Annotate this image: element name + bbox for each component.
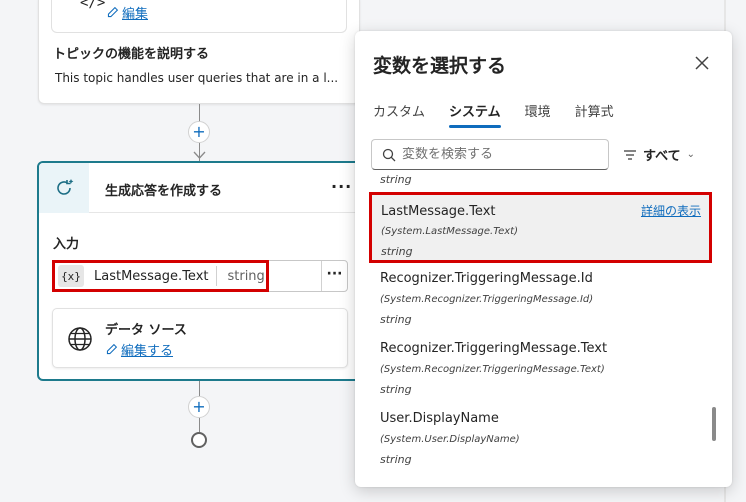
list-item-system-path: (System.User.DisplayName)	[380, 434, 520, 445]
tab-formula[interactable]: 計算式	[575, 99, 614, 128]
data-source-card: データ ソース 編集する	[52, 308, 348, 368]
list-item-type: string	[380, 383, 412, 396]
list-item-system-path: (System.LastMessage.Text)	[381, 226, 518, 237]
description-text: This topic handles user queries that are…	[55, 71, 339, 85]
list-item-name: Recognizer.TriggeringMessage.Text	[380, 341, 608, 356]
add-node-button-2[interactable]: +	[188, 396, 210, 418]
pencil-icon	[107, 6, 119, 18]
node-header: 生成応答を作成する ···	[39, 163, 359, 213]
trigger-node-card: </> 編集 トピックの機能を説明する This topic handles u…	[38, 0, 360, 104]
filter-icon	[624, 149, 636, 160]
panel-title: 変数を選択する	[373, 55, 507, 77]
list-item-type: string	[380, 453, 412, 466]
list-item-selected[interactable]: LastMessage.Text 詳細の表示 (System.LastMessa…	[369, 192, 712, 263]
code-icon: </>	[80, 0, 106, 11]
description-heading: トピックの機能を説明する	[53, 47, 210, 62]
tab-environment[interactable]: 環境	[525, 99, 551, 128]
list-item-system-path: (System.Recognizer.TriggeringMessage.Id)	[380, 294, 594, 305]
data-source-edit-label: 編集する	[121, 344, 174, 359]
chevron-down-icon: ⌄	[686, 149, 695, 160]
selected-variable-chip[interactable]: {x} LastMessage.Text string	[52, 260, 269, 292]
end-node-circle	[191, 432, 207, 448]
connector-line-4	[199, 418, 200, 432]
data-source-edit-link[interactable]: 編集する	[105, 340, 173, 359]
list-item-type: string	[381, 245, 413, 258]
arrow-down-icon	[193, 151, 206, 159]
variable-separator	[216, 266, 218, 286]
search-icon	[382, 148, 396, 161]
node-title: 生成応答を作成する	[105, 184, 223, 199]
list-item-partial: string	[369, 173, 709, 191]
close-icon[interactable]	[692, 53, 712, 73]
tab-custom[interactable]: カスタム	[373, 99, 425, 128]
node-icon-box	[39, 163, 89, 213]
list-item[interactable]: Recognizer.TriggeringMessage.Text (Syste…	[369, 337, 709, 405]
tab-system[interactable]: システム	[449, 99, 501, 128]
add-node-button-1[interactable]: +	[188, 121, 210, 143]
variable-picker-panel: 変数を選択する カスタム システム 環境 計算式 すべて ⌄ string La…	[355, 31, 732, 487]
variable-search-box[interactable]	[371, 139, 609, 170]
connector-line-1	[199, 104, 200, 122]
node-more-button[interactable]: ···	[331, 177, 352, 196]
input-label: 入力	[53, 237, 80, 252]
list-item-type: string	[380, 313, 412, 326]
variable-list: string LastMessage.Text 詳細の表示 (System.La…	[355, 173, 732, 487]
filter-dropdown[interactable]: すべて ⌄	[623, 145, 695, 164]
globe-icon	[68, 327, 92, 351]
list-item[interactable]: Recognizer.TriggeringMessage.Id (System.…	[369, 267, 709, 335]
input-more-button[interactable]: ···	[321, 261, 347, 291]
connector-line-3	[199, 381, 200, 396]
list-item[interactable]: User.DisplayName (System.User.DisplayNam…	[369, 407, 709, 475]
list-item-name: LastMessage.Text	[381, 204, 496, 219]
list-item-name: User.DisplayName	[380, 411, 499, 426]
data-source-title: データ ソース	[105, 323, 187, 338]
trigger-edit-link[interactable]: 編集	[106, 3, 148, 22]
trigger-inner-box: </> 編集	[51, 0, 347, 33]
sparkle-refresh-icon	[57, 179, 74, 195]
pencil-icon	[106, 343, 118, 355]
list-item-type: string	[380, 173, 412, 186]
list-scrollbar[interactable]	[712, 407, 716, 441]
variable-type: string	[227, 268, 265, 284]
variable-name: LastMessage.Text	[94, 268, 209, 284]
details-link[interactable]: 詳細の表示	[641, 202, 701, 219]
variable-tabs: カスタム システム 環境 計算式	[373, 99, 638, 128]
search-input[interactable]	[402, 147, 592, 162]
trigger-edit-label: 編集	[122, 7, 149, 22]
filter-label: すべて	[643, 149, 681, 164]
list-item-system-path: (System.Recognizer.TriggeringMessage.Tex…	[380, 364, 605, 375]
list-item-name: Recognizer.TriggeringMessage.Id	[380, 271, 593, 286]
generative-answers-node[interactable]: 生成応答を作成する ··· 入力 ··· {x} LastMessage.Tex…	[37, 161, 361, 381]
variable-icon: {x}	[58, 265, 84, 287]
